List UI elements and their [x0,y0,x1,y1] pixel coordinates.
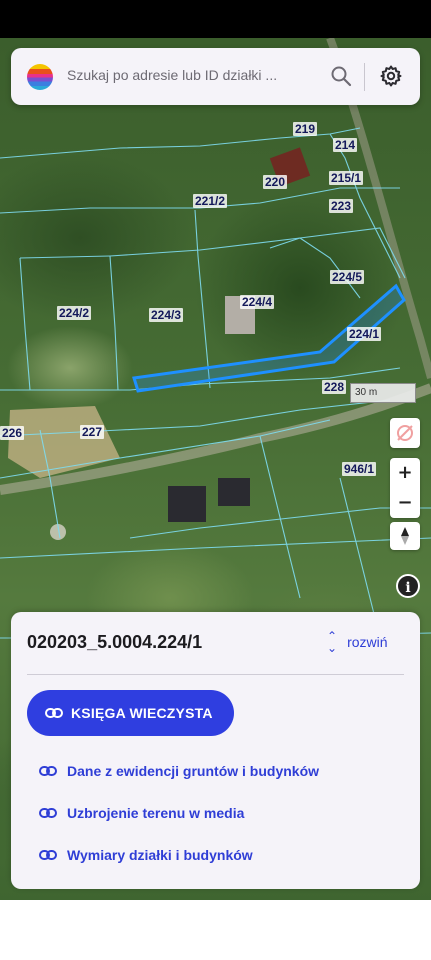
building [168,486,206,522]
compass-button[interactable] [390,522,420,550]
compass-icon [401,527,409,545]
status-bar [0,0,431,38]
zoom-controls: + − [390,458,420,518]
parcel-label[interactable]: 221/2 [193,194,228,208]
parcel-label[interactable]: 224/4 [240,295,275,309]
link-icon [39,808,57,818]
scale-bar: 30 m [350,383,416,403]
link-label: Wymiary działki i budynków [67,847,253,863]
parcel-label[interactable]: 226 [0,426,25,440]
land-register-label: KSIĘGA WIECZYSTA [71,705,213,721]
link-icon [39,850,57,860]
panel-divider [27,674,404,675]
location-button[interactable] [390,418,420,448]
link-icon [45,708,63,718]
parcel-label[interactable]: 228 [322,380,347,394]
link-utilities[interactable]: Uzbrojenie terenu w media [39,802,244,824]
parcel-label[interactable]: 215/1 [329,171,364,185]
building [218,478,250,506]
info-icon[interactable]: i [396,574,420,598]
link-dimensions[interactable]: Wymiary działki i budynków [39,844,253,866]
link-icon [39,766,57,776]
parcel-label[interactable]: 223 [329,199,354,213]
zoom-out-button[interactable]: − [390,488,420,518]
parcel-label[interactable]: 224/3 [149,308,184,322]
location-off-icon [397,425,413,441]
parcel-id-title: 020203_5.0004.224/1 [27,632,203,652]
link-label: Uzbrojenie terenu w media [67,805,245,821]
gear-icon[interactable] [379,64,403,88]
parcel-details-panel: 020203_5.0004.224/1 ⌃ ⌄ rozwiń KSIĘGA WIE… [11,612,420,889]
parcel-label[interactable]: 224/5 [330,270,365,284]
parcel-label[interactable]: 219 [293,122,318,136]
parcel-label[interactable]: 224/1 [347,327,382,341]
search-input[interactable]: Szukaj po adresie lub ID działki ... [67,67,277,83]
parcel-label[interactable]: 227 [80,425,105,439]
unfold-icon: ⌃ ⌄ [327,629,338,655]
link-label: Dane z ewidencji gruntów i budynków [67,763,320,779]
expand-label: rozwiń [347,634,388,650]
search-icon[interactable] [330,65,352,87]
parcel-label[interactable]: 946/1 [342,462,377,476]
multicolor-stripes-logo [27,64,53,90]
zoom-in-button[interactable]: + [390,458,420,488]
expand-button[interactable]: ⌃ ⌄ rozwiń [327,629,388,655]
search-divider [364,63,365,91]
link-land-records[interactable]: Dane z ewidencji gruntów i budynków [39,760,319,782]
parcel-label[interactable]: 214 [333,138,358,152]
parcel-label[interactable]: 220 [263,175,288,189]
land-register-button[interactable]: KSIĘGA WIECZYSTA [27,690,234,736]
search-bar[interactable]: Szukaj po adresie lub ID działki ... [11,48,420,105]
navigation-area [0,900,431,960]
parcel-label[interactable]: 224/2 [57,306,92,320]
